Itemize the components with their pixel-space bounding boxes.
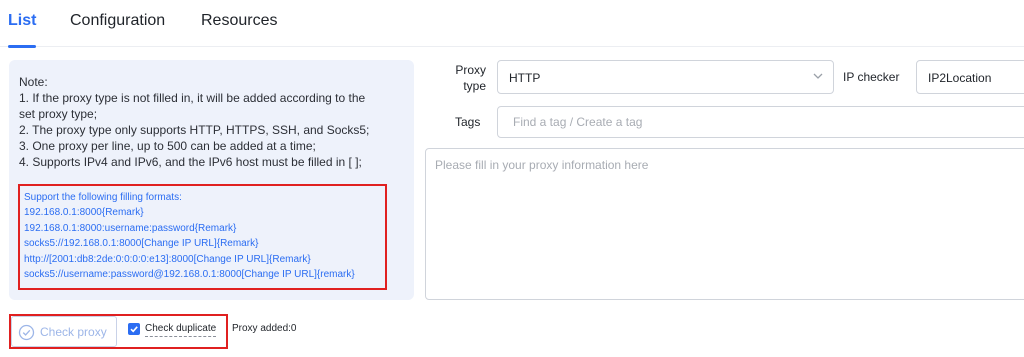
proxy-type-label-line1: Proxy: [455, 63, 486, 77]
proxy-info-textarea[interactable]: [435, 158, 1024, 293]
checkbox-checked-icon: [128, 323, 140, 335]
active-tab-indicator: [8, 45, 36, 48]
proxy-info-field[interactable]: [425, 148, 1024, 300]
note-line-4: 4. Supports IPv4 and IPv6, and the IPv6 …: [19, 155, 362, 169]
proxy-type-select[interactable]: HTTP: [497, 60, 834, 94]
note-line-1-cont: set proxy type;: [19, 107, 98, 121]
format-example: 192.168.0.1:8000{Remark}: [24, 207, 144, 219]
formats-box: Support the following filling formats: 1…: [18, 184, 387, 290]
proxy-type-value: HTTP: [509, 71, 541, 85]
ip-checker-label: IP checker: [843, 70, 900, 84]
tab-resources[interactable]: Resources: [201, 12, 277, 30]
note-panel: Note: 1. If the proxy type is not filled…: [9, 60, 414, 300]
ip-checker-select[interactable]: IP2Location: [916, 60, 1024, 94]
tab-bar: List Configuration Resources: [0, 0, 1024, 48]
format-example: http://[2001:db8:2de:0:0:0:0:e13]:8000[C…: [24, 253, 311, 265]
formats-title: Support the following filling formats:: [24, 192, 182, 203]
tab-list[interactable]: List: [8, 12, 36, 30]
proxy-added-count: Proxy added:0: [232, 323, 297, 334]
format-example: socks5://username:password@192.168.0.1:8…: [24, 269, 355, 281]
check-proxy-button[interactable]: Check proxy: [11, 316, 117, 347]
format-example: socks5://192.168.0.1:8000[Change IP URL]…: [24, 238, 259, 250]
note-title: Note:: [19, 75, 48, 89]
tab-configuration[interactable]: Configuration: [70, 12, 165, 30]
format-example: 192.168.0.1:8000:username:password{Remar…: [24, 222, 237, 234]
check-duplicate-label: Check duplicate: [145, 323, 217, 337]
proxy-type-label: Proxy type: [452, 62, 486, 94]
note-line-3: 3. One proxy per line, up to 500 can be …: [19, 139, 316, 153]
tags-field[interactable]: [497, 106, 1024, 138]
proxy-type-label-line2: type: [463, 79, 486, 93]
ip-checker-value: IP2Location: [928, 71, 992, 85]
chevron-down-icon: [813, 73, 823, 79]
note-line-2: 2. The proxy type only supports HTTP, HT…: [19, 123, 370, 137]
check-circle-icon: [18, 324, 35, 341]
check-proxy-label: Check proxy: [40, 325, 107, 339]
note-line-1: 1. If the proxy type is not filled in, i…: [19, 91, 366, 105]
tags-input[interactable]: [513, 115, 1013, 129]
tags-label: Tags: [455, 115, 481, 129]
